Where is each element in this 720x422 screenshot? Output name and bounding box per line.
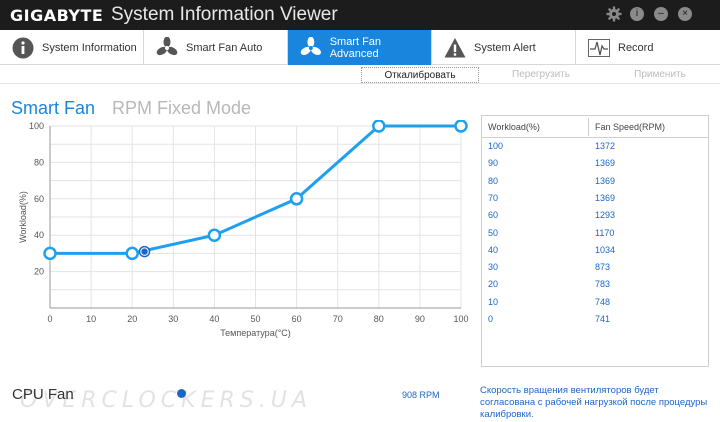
table-row: 0 741	[482, 312, 708, 329]
title-bar: GIGABYTE System Information Viewer i – ×	[0, 0, 720, 30]
rpm-cell: 748	[595, 296, 611, 307]
curve-point[interactable]	[454, 120, 468, 133]
fan-speed-table: Workload(%) Fan Speed(RPM) 100 1372 90 1369…	[481, 115, 709, 367]
header-workload: Workload(%)	[488, 122, 540, 132]
current-point	[141, 248, 148, 255]
tab-system-alert[interactable]: System Alert	[432, 30, 576, 65]
x-tick-label: 80	[374, 314, 384, 324]
fan-slider-handle[interactable]	[177, 389, 186, 398]
tab-label: System Information	[42, 41, 137, 54]
calibrate-button[interactable]: Откалибровать	[361, 67, 479, 83]
rpm-cell: 1369	[595, 158, 616, 169]
tab-smart-fan-advanced[interactable]: Smart Fan Advanced	[288, 30, 432, 65]
workload-cell: 40	[488, 244, 499, 255]
action-bar: Откалибровать Перегрузить Применить	[0, 65, 720, 84]
close-button[interactable]: ×	[678, 7, 692, 21]
workload-cell: 90	[488, 158, 499, 169]
workload-cell: 50	[488, 227, 499, 238]
rpm-cell: 1170	[595, 227, 615, 238]
y-tick-label: 100	[29, 121, 44, 131]
x-tick-label: 30	[168, 314, 178, 324]
x-tick-label: 20	[127, 314, 137, 324]
y-tick-label: 60	[34, 194, 44, 204]
table-row: 100 1372	[482, 139, 708, 156]
rpm-cell: 741	[595, 314, 611, 324]
curve-point[interactable]	[43, 246, 57, 261]
x-tick-label: 10	[86, 314, 96, 324]
tab-label: Smart Fan Advanced	[329, 35, 382, 60]
x-tick-label: 50	[250, 314, 260, 324]
workload-cell: 0	[488, 314, 494, 324]
tab-smart-fan-auto[interactable]: Smart Fan Auto	[144, 30, 288, 65]
calibration-note: Скорость вращения вентиляторов будет сог…	[480, 385, 708, 420]
tab-bar: System Information Smart Fan Auto Smart …	[0, 30, 720, 65]
fan-icon	[300, 36, 321, 55]
info-icon	[12, 37, 34, 58]
fan-rpm: 908 RPM	[402, 390, 440, 400]
reload-button[interactable]: Перегрузить	[482, 67, 600, 83]
rpm-cell: 873	[595, 262, 611, 273]
table-row: 80 1369	[482, 174, 708, 191]
workload-cell: 20	[488, 279, 499, 290]
curve-point[interactable]	[125, 246, 139, 261]
tab-system-information[interactable]: System Information	[0, 30, 144, 65]
app-title: System Information Viewer	[111, 4, 338, 25]
tab-label: Smart Fan Auto	[186, 41, 263, 54]
y-tick-label: 80	[34, 157, 44, 167]
y-tick-label: 40	[34, 230, 44, 240]
mode-rpm-fixed[interactable]: RPM Fixed Mode	[112, 98, 251, 119]
warning-icon	[444, 37, 466, 57]
workload-cell: 70	[488, 192, 499, 203]
curve-point[interactable]	[289, 192, 304, 206]
minimize-button[interactable]: –	[654, 7, 668, 21]
table-row: 50 1170	[482, 226, 708, 243]
tab-label: System Alert	[474, 41, 536, 54]
mode-smart-fan[interactable]: Smart Fan	[11, 98, 95, 119]
x-tick-label: 100	[453, 314, 468, 324]
fan-curve-chart[interactable]: 0 10 20 30 40 50 60 70 80 90 100 20 40 60 80 100 Темпера…	[0, 120, 478, 350]
table-header: Workload(%) Fan Speed(RPM)	[482, 116, 708, 138]
curve-point[interactable]	[372, 120, 386, 133]
tab-record[interactable]: Record	[576, 30, 720, 65]
rpm-cell: 1372	[595, 141, 616, 151]
workload-cell: 10	[488, 296, 499, 307]
y-tick-label: 20	[34, 267, 44, 277]
apply-button[interactable]: Применить	[602, 67, 718, 83]
x-tick-label: 40	[209, 314, 219, 324]
info-icon[interactable]: i	[630, 7, 644, 21]
gear-icon[interactable]	[606, 6, 622, 22]
workload-cell: 80	[488, 175, 499, 186]
curve-point[interactable]	[207, 228, 222, 242]
rpm-cell: 1369	[595, 192, 616, 203]
header-fan-speed: Fan Speed(RPM)	[595, 122, 666, 132]
workload-cell: 100	[488, 141, 504, 151]
x-tick-label: 90	[415, 314, 425, 324]
x-tick-label: 0	[47, 314, 52, 324]
rpm-cell: 1369	[595, 175, 616, 186]
table-row: 10 748	[482, 295, 708, 312]
table-row: 40 1034	[482, 243, 708, 260]
x-axis-label: Температура(°C)	[220, 328, 291, 338]
y-axis-label: Workload(%)	[18, 191, 28, 243]
table-row: 60 1293	[482, 208, 708, 225]
workload-cell: 60	[488, 210, 499, 221]
rpm-cell: 1293	[595, 210, 616, 221]
pulse-icon	[588, 38, 610, 57]
table-row: 70 1369	[482, 191, 708, 208]
table-row: 20 783	[482, 277, 708, 294]
x-tick-label: 70	[333, 314, 343, 324]
rpm-cell: 1034	[595, 244, 616, 255]
workload-cell: 30	[488, 262, 499, 273]
x-tick-label: 60	[292, 314, 302, 324]
tab-label: Record	[618, 41, 654, 54]
fan-name: CPU Fan	[12, 386, 74, 403]
table-row: 30 873	[482, 260, 708, 277]
rpm-cell: 783	[595, 279, 611, 290]
fan-icon	[156, 36, 178, 55]
brand-logo: GIGABYTE	[10, 6, 104, 25]
table-row: 90 1369	[482, 156, 708, 173]
